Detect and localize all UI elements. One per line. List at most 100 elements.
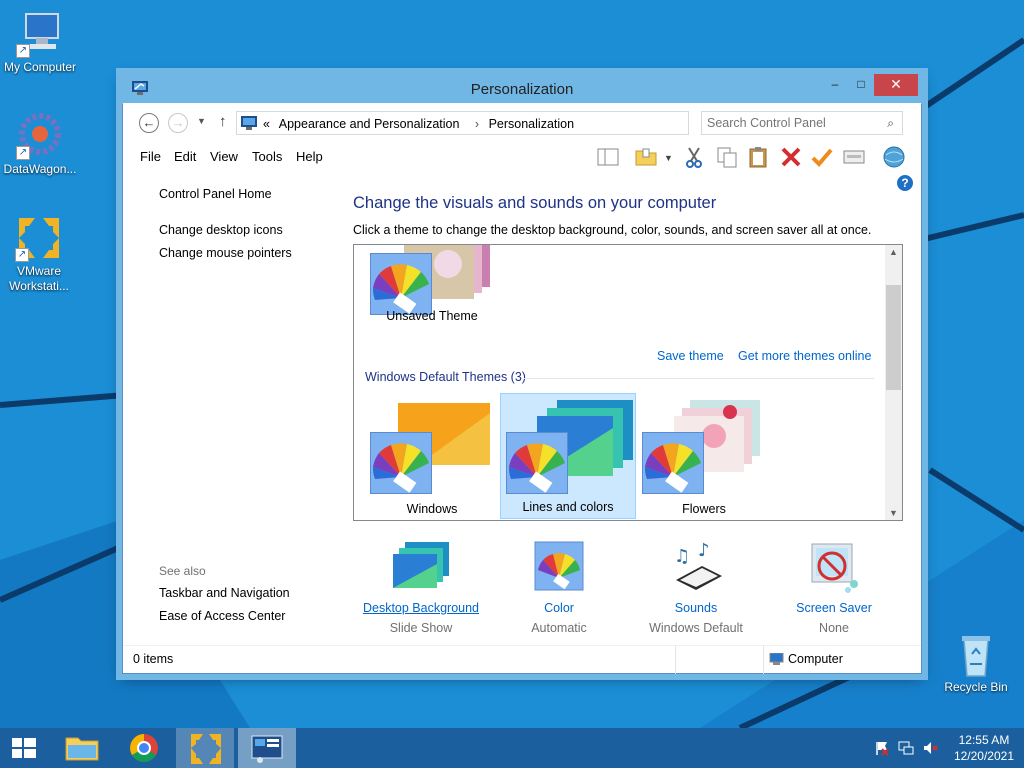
theme-lines-and-colors[interactable]: Lines and colors (500, 393, 636, 519)
change-desktop-icons-link[interactable]: Change desktop icons (159, 223, 283, 237)
file-explorer-icon (65, 737, 99, 761)
palette-icon (506, 432, 568, 494)
screen-saver-option[interactable]: Screen Saver None (764, 540, 904, 635)
desktop-icon-datawagon[interactable]: ↗ DataWagon... (0, 112, 80, 177)
menu-tools[interactable]: Tools (252, 149, 282, 164)
desktop-icon-label: DataWagon... (3, 162, 77, 176)
globe-icon[interactable] (882, 145, 906, 169)
title-bar[interactable]: Personalization – □ ✕ (122, 74, 922, 104)
desktop-icon-vmware[interactable]: ↗ VMware Workstati... (0, 214, 78, 294)
clock-date: 12/20/2021 (953, 749, 1014, 763)
breadcrumb-appearance[interactable]: Appearance and Personalization (279, 117, 460, 131)
recycle-bin-icon (952, 630, 1000, 678)
copy-icon[interactable] (715, 145, 739, 169)
ease-of-access-link[interactable]: Ease of Access Center (159, 609, 285, 623)
search-icon[interactable]: ⌕ (887, 116, 894, 131)
scroll-thumb[interactable] (886, 285, 901, 390)
menu-help[interactable]: Help (296, 149, 323, 164)
taskbar-navigation-link[interactable]: Taskbar and Navigation (159, 586, 290, 600)
desktop-background-value: Slide Show (389, 621, 453, 635)
breadcrumb-personalization[interactable]: Personalization (489, 117, 574, 131)
theme-windows[interactable]: Windows (364, 394, 500, 520)
address-bar[interactable]: « Appearance and Personalization › Perso… (236, 111, 793, 135)
close-button[interactable]: ✕ (874, 74, 918, 96)
sounds-option[interactable]: ♫ ♪ Sounds Windows Default (626, 540, 766, 635)
change-mouse-pointers-link[interactable]: Change mouse pointers (159, 246, 292, 260)
desktop-background-label[interactable]: Desktop Background (351, 601, 491, 615)
window-title: Personalization (470, 81, 574, 98)
save-theme-link[interactable]: Save theme (657, 349, 724, 363)
taskbar: 12:55 AM 12/20/2021 (0, 728, 1024, 768)
layout-pane-icon[interactable] (596, 145, 620, 169)
chrome-icon (130, 734, 158, 762)
network-icon[interactable] (898, 740, 914, 756)
see-also-label: See also (159, 564, 206, 578)
status-divider (763, 646, 764, 674)
desktop-background-option[interactable]: Desktop Background Slide Show (351, 540, 491, 635)
maximize-button[interactable]: □ (848, 74, 874, 96)
theme-unsaved[interactable]: Unsaved Theme (364, 245, 500, 343)
desktop-icon-my-computer[interactable]: ↗ My Computer (0, 10, 80, 75)
desktop-icon-label: VMware Workstati... (9, 264, 69, 293)
clock[interactable]: 12:55 AM 12/20/2021 (954, 732, 1014, 764)
desktop-icon-recycle-bin[interactable]: Recycle Bin (936, 630, 1016, 695)
color-label[interactable]: Color (489, 601, 629, 615)
scroll-up-icon[interactable]: ▲ (885, 247, 902, 257)
delete-icon[interactable] (779, 145, 803, 169)
computer-icon (769, 653, 784, 665)
control-panel-home-link[interactable]: Control Panel Home (159, 187, 272, 201)
theme-name: Lines and colors (522, 500, 614, 514)
desktop-icon-label: Recycle Bin (944, 680, 1008, 694)
screen-saver-value: None (819, 621, 849, 635)
forward-button[interactable]: → (168, 113, 188, 133)
checkmark-icon[interactable] (810, 145, 834, 169)
svg-text:♪: ♪ (698, 540, 710, 561)
theme-name: Windows (406, 502, 458, 516)
recent-locations-dropdown-icon[interactable]: ▼ (197, 116, 206, 126)
color-icon (529, 540, 589, 596)
start-button[interactable] (0, 728, 48, 768)
search-input[interactable] (707, 115, 877, 131)
folder-options-dropdown-icon[interactable]: ▼ (664, 153, 673, 163)
back-button[interactable]: ← (139, 113, 159, 133)
breadcrumb-separator-icon[interactable]: › (475, 117, 479, 131)
menu-toolbar-row: File Edit View Tools Help ▼ (123, 141, 921, 173)
up-arrow-icon[interactable]: ↑ (219, 113, 227, 130)
address-row: ← → ▼ ↑ « Appearance and Personalization… (123, 103, 921, 141)
volume-muted-icon[interactable] (922, 740, 938, 756)
folder-options-icon[interactable] (634, 145, 658, 169)
screen-saver-label[interactable]: Screen Saver (764, 601, 904, 615)
screen-saver-icon (804, 540, 864, 596)
minimize-button[interactable]: – (822, 74, 848, 96)
control-panel-icon (241, 116, 257, 130)
scroll-down-icon[interactable]: ▼ (885, 508, 902, 518)
menu-edit[interactable]: Edit (174, 149, 196, 164)
computer-icon: ↗ (16, 10, 64, 58)
shortcut-arrow-icon: ↗ (16, 44, 30, 58)
theme-flowers[interactable]: Flowers (636, 394, 772, 520)
theme-list-scrollbar[interactable]: ▲ ▼ (885, 245, 902, 520)
taskbar-file-explorer[interactable] (54, 728, 110, 768)
help-icon[interactable]: ? (897, 175, 913, 191)
menu-view[interactable]: View (210, 149, 238, 164)
paste-icon[interactable] (747, 145, 771, 169)
get-more-themes-link[interactable]: Get more themes online (738, 349, 871, 363)
shortcut-arrow-icon: ↗ (15, 248, 29, 262)
properties-icon[interactable] (842, 145, 866, 169)
datawagon-icon: ↗ (16, 112, 64, 160)
sounds-label[interactable]: Sounds (626, 601, 766, 615)
search-box[interactable]: ⌕ (701, 111, 903, 135)
clock-time: 12:55 AM (958, 733, 1010, 747)
action-center-flag-icon[interactable] (874, 740, 890, 756)
sounds-value: Windows Default (649, 621, 743, 635)
breadcrumb-overflow[interactable]: « (263, 117, 270, 131)
cut-icon[interactable] (683, 145, 707, 169)
taskbar-vmware[interactable] (176, 728, 234, 768)
taskbar-control-panel[interactable] (238, 728, 296, 768)
menu-file[interactable]: File (140, 149, 161, 164)
taskbar-chrome[interactable] (116, 728, 172, 768)
color-option[interactable]: Color Automatic (489, 540, 629, 635)
page-subheading: Click a theme to change the desktop back… (353, 223, 872, 237)
palette-icon (370, 253, 432, 315)
page-heading: Change the visuals and sounds on your co… (353, 194, 717, 212)
